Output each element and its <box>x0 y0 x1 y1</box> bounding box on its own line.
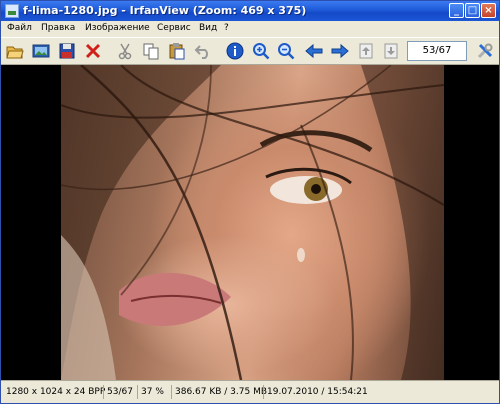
save-icon <box>59 43 75 59</box>
menu-file[interactable]: Файл <box>7 23 32 33</box>
close-button[interactable]: × <box>481 3 496 18</box>
menu-bar: Файл Правка Изображение Сервис Вид ? <box>1 21 499 37</box>
slideshow-button[interactable] <box>31 41 51 61</box>
previous-button[interactable] <box>304 41 324 61</box>
paste-button[interactable] <box>167 41 187 61</box>
window-title: f-lima-1280.jpg - IrfanView (Zoom: 469 x… <box>23 4 307 17</box>
menu-help[interactable]: ? <box>224 23 229 33</box>
status-dimensions: 1280 x 1024 x 24 BPP <box>6 387 106 397</box>
copy-button[interactable] <box>141 41 161 61</box>
next-button[interactable] <box>330 41 350 61</box>
toolbar: 53/67 <box>1 37 499 65</box>
open-folder-icon <box>6 46 24 59</box>
status-filesize: 386.67 KB / 3.75 MB <box>171 385 270 399</box>
zoom-in-button[interactable] <box>251 41 271 61</box>
zoom-out-icon <box>278 43 295 60</box>
menu-view[interactable]: Вид <box>199 23 217 33</box>
slideshow-icon <box>32 44 50 58</box>
settings-button[interactable] <box>475 41 495 61</box>
status-zoom: 37 % <box>137 385 167 399</box>
maximize-button[interactable]: □ <box>465 3 480 18</box>
open-button[interactable] <box>5 41 25 61</box>
first-page-icon <box>359 43 373 59</box>
next-arrow-icon <box>331 43 349 59</box>
cut-button[interactable] <box>115 41 135 61</box>
irfanview-window: f-lima-1280.jpg - IrfanView (Zoom: 469 x… <box>0 0 500 404</box>
portrait-photo-art <box>61 65 444 380</box>
minimize-button[interactable]: _ <box>449 3 464 18</box>
menu-tools[interactable]: Сервис <box>157 23 191 33</box>
undo-button[interactable] <box>193 41 213 61</box>
last-page-button[interactable] <box>381 41 401 61</box>
delete-icon <box>85 43 101 59</box>
cut-icon <box>118 43 132 60</box>
undo-icon <box>194 45 208 59</box>
save-button[interactable] <box>57 41 77 61</box>
first-page-button[interactable] <box>356 41 376 61</box>
paste-icon <box>169 43 185 60</box>
last-page-icon <box>384 43 398 59</box>
status-datetime: 19.07.2010 / 15:54:21 <box>263 385 371 399</box>
status-bar: 1280 x 1024 x 24 BPP 53/67 37 % 386.67 K… <box>1 380 499 403</box>
menu-edit[interactable]: Правка <box>41 23 75 33</box>
copy-icon <box>143 43 159 60</box>
title-bar[interactable]: f-lima-1280.jpg - IrfanView (Zoom: 469 x… <box>1 1 499 21</box>
page-counter-field[interactable]: 53/67 <box>407 41 467 61</box>
status-image-index: 53/67 <box>103 385 136 399</box>
previous-arrow-icon <box>305 43 323 59</box>
settings-icon <box>477 43 493 59</box>
zoom-in-icon <box>253 43 270 60</box>
menu-image[interactable]: Изображение <box>85 23 150 33</box>
portrait-photo <box>61 65 444 380</box>
zoom-out-button[interactable] <box>276 41 296 61</box>
image-viewport[interactable] <box>1 65 499 380</box>
info-icon <box>226 42 244 60</box>
irfanview-app-icon[interactable] <box>5 4 19 18</box>
info-button[interactable] <box>225 41 245 61</box>
delete-button[interactable] <box>83 41 103 61</box>
